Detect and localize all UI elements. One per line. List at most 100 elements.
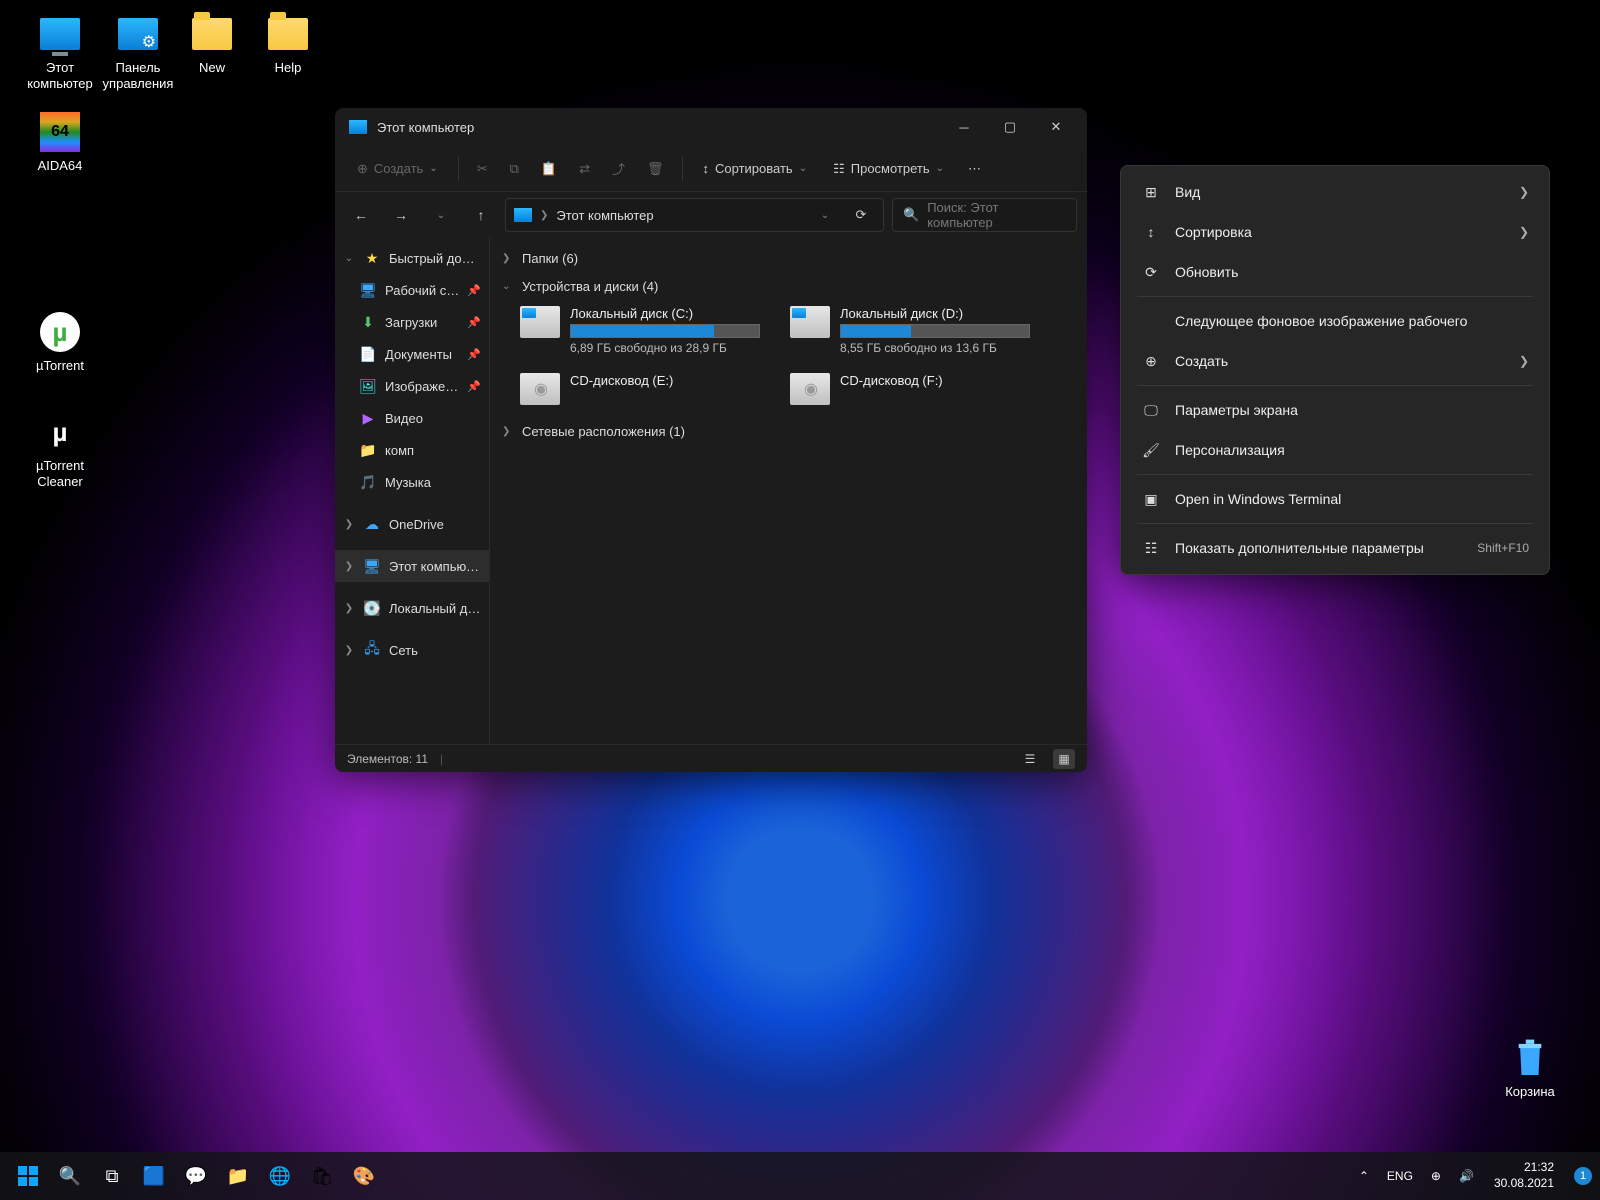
desktop-icon-aida64[interactable]: 64 AIDA64 [20,110,100,174]
terminal-icon: ▣ [1141,489,1161,509]
more-button[interactable]: ⋯ [958,152,991,186]
titlebar[interactable]: Этот компьютер ─ ▢ ✕ [335,108,1087,146]
cut-button[interactable]: ✂ [467,152,498,186]
tray-clock[interactable]: 21:32 30.08.2021 [1486,1160,1562,1191]
sidebar-music[interactable]: 🎵 Музыка [335,466,489,498]
search-input[interactable]: 🔍 Поиск: Этот компьютер [892,198,1077,232]
taskbar-explorer[interactable]: 📁 [218,1156,258,1196]
sidebar-onedrive[interactable]: ❯ ☁ OneDrive [335,508,489,540]
utorrent-icon: µ [40,312,80,352]
task-view-button[interactable]: ⧉ [92,1156,132,1196]
sidebar-network[interactable]: ❯ 🖧 Сеть [335,634,489,666]
minimize-button[interactable]: ─ [941,108,987,146]
drive-c[interactable]: Локальный диск (C:) 6,89 ГБ свободно из … [520,306,760,355]
download-icon: ⬇ [359,313,377,331]
taskbar-paint[interactable]: 🎨 [344,1156,384,1196]
up-button[interactable]: ↑ [465,199,497,231]
forward-button[interactable]: → [385,199,417,231]
drive-e[interactable]: CD-дисковод (E:) [520,373,760,405]
tray-language[interactable]: ENG [1381,1169,1419,1183]
taskbar-store[interactable]: 🛍 [302,1156,342,1196]
store-icon: 🛍 [311,1166,334,1187]
ctx-create[interactable]: ⊕ Создать ❯ [1127,341,1543,381]
back-button[interactable]: ← [345,199,377,231]
group-devices[interactable]: ⌄ Устройства и диски (4) [502,272,1075,300]
folder-icon [192,18,232,50]
sidebar-desktop[interactable]: 🖥 Рабочий стол 📌 [335,274,489,306]
sidebar-videos[interactable]: ▶ Видео [335,402,489,434]
tray-notifications[interactable]: 1 [1574,1167,1592,1185]
chevron-down-icon: ⌄ [502,281,514,292]
chevron-right-icon: ❯ [502,253,514,264]
brush-icon: 🖌 [1141,440,1161,460]
desktop-icon-label: µTorrent [36,358,84,374]
sidebar-folder-komp[interactable]: 📁 комп [335,434,489,466]
content-pane[interactable]: ❯ Папки (6) ⌄ Устройства и диски (4) Лок… [490,238,1087,744]
sidebar-this-pc[interactable]: ❯ 🖥 Этот компьютер [335,550,489,582]
sidebar-quick-access[interactable]: ⌄ ★ Быстрый доступ [335,242,489,274]
ctx-show-more[interactable]: ☷ Показать дополнительные параметры Shif… [1127,528,1543,568]
start-button[interactable] [8,1156,48,1196]
group-network[interactable]: ❯ Сетевые расположения (1) [502,417,1075,445]
recent-button[interactable]: ⌄ [425,199,457,231]
pc-icon [40,18,80,50]
separator [458,157,459,181]
tray-network-icon[interactable]: ⊕ [1425,1169,1447,1183]
view-details-button[interactable]: ☰ [1019,749,1041,769]
desktop-icon-help-folder[interactable]: Help [248,12,328,76]
sidebar-pictures[interactable]: 🖼 Изображения 📌 [335,370,489,402]
create-button[interactable]: ⊕ Создать ⌄ [345,152,450,186]
address-dropdown-button[interactable]: ⌄ [811,199,839,231]
refresh-button[interactable]: ⟳ [847,199,875,231]
chevron-right-icon: ❯ [1519,225,1529,239]
paste-button[interactable]: 📋 [531,152,567,186]
tray-overflow-button[interactable]: ⌃ [1353,1169,1375,1183]
desktop-icon-utorrent[interactable]: µ µTorrent [20,310,100,374]
taskbar-chat[interactable]: 💬 [176,1156,216,1196]
control-panel-icon [118,18,158,50]
document-icon: 📄 [359,345,377,363]
sidebar-documents[interactable]: 📄 Документы 📌 [335,338,489,370]
copy-button[interactable]: ⧉ [500,152,529,186]
address-bar[interactable]: ❯ Этот компьютер ⌄ ⟳ [505,198,884,232]
search-button[interactable]: 🔍 [50,1156,90,1196]
sidebar-downloads[interactable]: ⬇ Загрузки 📌 [335,306,489,338]
chevron-right-icon: ❯ [343,519,355,530]
windows-logo-icon [18,1166,38,1186]
desktop-icon-this-pc[interactable]: Этот компьютер [20,12,100,91]
group-folders[interactable]: ❯ Папки (6) [502,244,1075,272]
desktop-icon-label: Этот компьютер [20,60,100,91]
drive-d[interactable]: Локальный диск (D:) 8,55 ГБ свободно из … [790,306,1030,355]
ctx-refresh[interactable]: ⟳ Обновить [1127,252,1543,292]
view-tiles-button[interactable]: ▦ [1053,749,1075,769]
ctx-display-settings[interactable]: 🖵 Параметры экрана [1127,390,1543,430]
chevron-down-icon: ⌄ [343,253,355,264]
breadcrumb[interactable]: Этот компьютер [556,208,653,223]
separator [1137,296,1533,297]
ctx-open-terminal[interactable]: ▣ Open in Windows Terminal [1127,479,1543,519]
close-button[interactable]: ✕ [1033,108,1079,146]
desktop-icon-label: New [199,60,225,76]
desktop-icon-recycle-bin[interactable]: Корзина [1490,1036,1570,1100]
ctx-personalize[interactable]: 🖌 Персонализация [1127,430,1543,470]
tray-volume-icon[interactable]: 🔊 [1453,1169,1480,1183]
desktop-icon-control-panel[interactable]: Панель управления [98,12,178,91]
sidebar-local-disk[interactable]: ❯ 💽 Локальный диск (D [335,592,489,624]
pin-icon: 📌 [467,380,481,393]
ctx-view[interactable]: ⊞ Вид ❯ [1127,172,1543,212]
ctx-sort[interactable]: ↕ Сортировка ❯ [1127,212,1543,252]
taskbar-edge[interactable]: 🌐 [260,1156,300,1196]
rename-button[interactable]: ⇄ [569,152,600,186]
taskbar-widgets[interactable]: 🟦 [134,1156,174,1196]
sort-button[interactable]: ↕ Сортировать ⌄ [691,152,820,186]
delete-button[interactable]: 🗑 [637,152,674,186]
desktop-icon-utorrent-cleaner[interactable]: µ µTorrent Cleaner [20,410,100,489]
share-button[interactable]: ⤴ [602,152,635,186]
desktop-icon-new-folder[interactable]: New [172,12,252,76]
folder-icon: 📁 [359,441,377,459]
view-button[interactable]: ☷ Просмотреть ⌄ [821,152,956,186]
ctx-next-background[interactable]: Следующее фоновое изображение рабочего [1127,301,1543,341]
more-icon: ☷ [1141,538,1161,558]
drive-f[interactable]: CD-дисковод (F:) [790,373,1030,405]
maximize-button[interactable]: ▢ [987,108,1033,146]
